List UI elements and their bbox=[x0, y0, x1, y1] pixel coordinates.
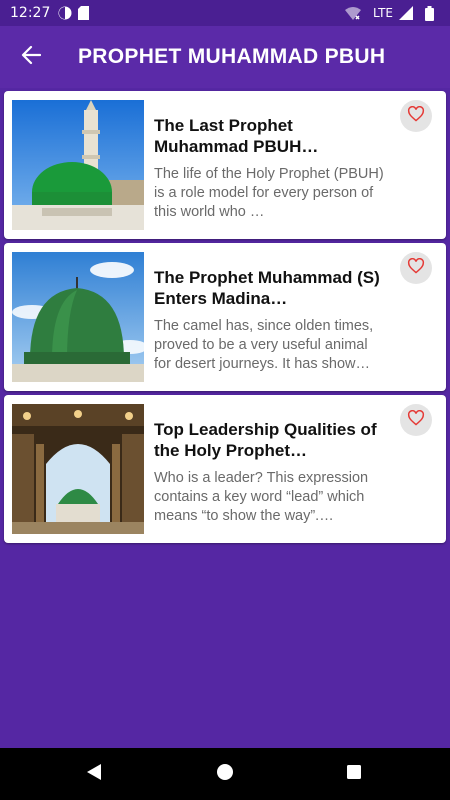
article-thumbnail bbox=[12, 404, 144, 534]
favorite-button[interactable] bbox=[400, 404, 432, 436]
recents-square-icon bbox=[346, 764, 362, 785]
article-description: The life of the Holy Prophet (PBUH) is a… bbox=[154, 166, 384, 220]
nav-back-button[interactable] bbox=[64, 748, 124, 800]
circle-app-icon bbox=[58, 6, 72, 20]
article-thumbnail bbox=[12, 252, 144, 382]
back-button[interactable] bbox=[0, 26, 62, 88]
article-thumbnail bbox=[12, 100, 144, 230]
nav-recents-button[interactable] bbox=[324, 748, 384, 800]
status-bar: 12:27 LTE bbox=[0, 0, 450, 26]
arrow-left-icon bbox=[21, 45, 42, 70]
favorite-button[interactable] bbox=[400, 252, 432, 284]
article-description: The camel has, since olden times, proved… bbox=[154, 318, 374, 372]
article-title: The Prophet Muhammad (S) Enters Madina… bbox=[154, 268, 380, 308]
heart-outline-icon bbox=[407, 105, 425, 127]
article-card[interactable]: Top Leadership Qualities of the Holy Pro… bbox=[4, 395, 446, 543]
article-title: The Last Prophet Muhammad PBUH… bbox=[154, 116, 319, 156]
article-card[interactable]: The Prophet Muhammad (S) Enters Madina… … bbox=[4, 243, 446, 391]
heart-outline-icon bbox=[407, 257, 425, 279]
network-type: LTE bbox=[373, 6, 393, 20]
nav-home-button[interactable] bbox=[195, 748, 255, 800]
home-circle-icon bbox=[216, 763, 234, 786]
back-triangle-icon bbox=[85, 763, 103, 786]
app-bar: PROPHET MUHAMMAD PBUH bbox=[0, 26, 450, 88]
page-title: PROPHET MUHAMMAD PBUH bbox=[78, 45, 386, 68]
article-title: Top Leadership Qualities of the Holy Pro… bbox=[154, 420, 377, 460]
article-description: Who is a leader? This expression contain… bbox=[154, 470, 369, 524]
article-card[interactable]: The Last Prophet Muhammad PBUH… The life… bbox=[4, 91, 446, 239]
heart-outline-icon bbox=[407, 409, 425, 431]
battery-icon bbox=[425, 5, 434, 21]
status-time: 12:27 bbox=[10, 5, 51, 21]
favorite-button[interactable] bbox=[400, 100, 432, 132]
signal-icon bbox=[399, 6, 413, 20]
wifi-icon bbox=[345, 6, 362, 20]
system-nav-bar bbox=[0, 748, 450, 800]
sd-card-icon bbox=[78, 6, 90, 20]
